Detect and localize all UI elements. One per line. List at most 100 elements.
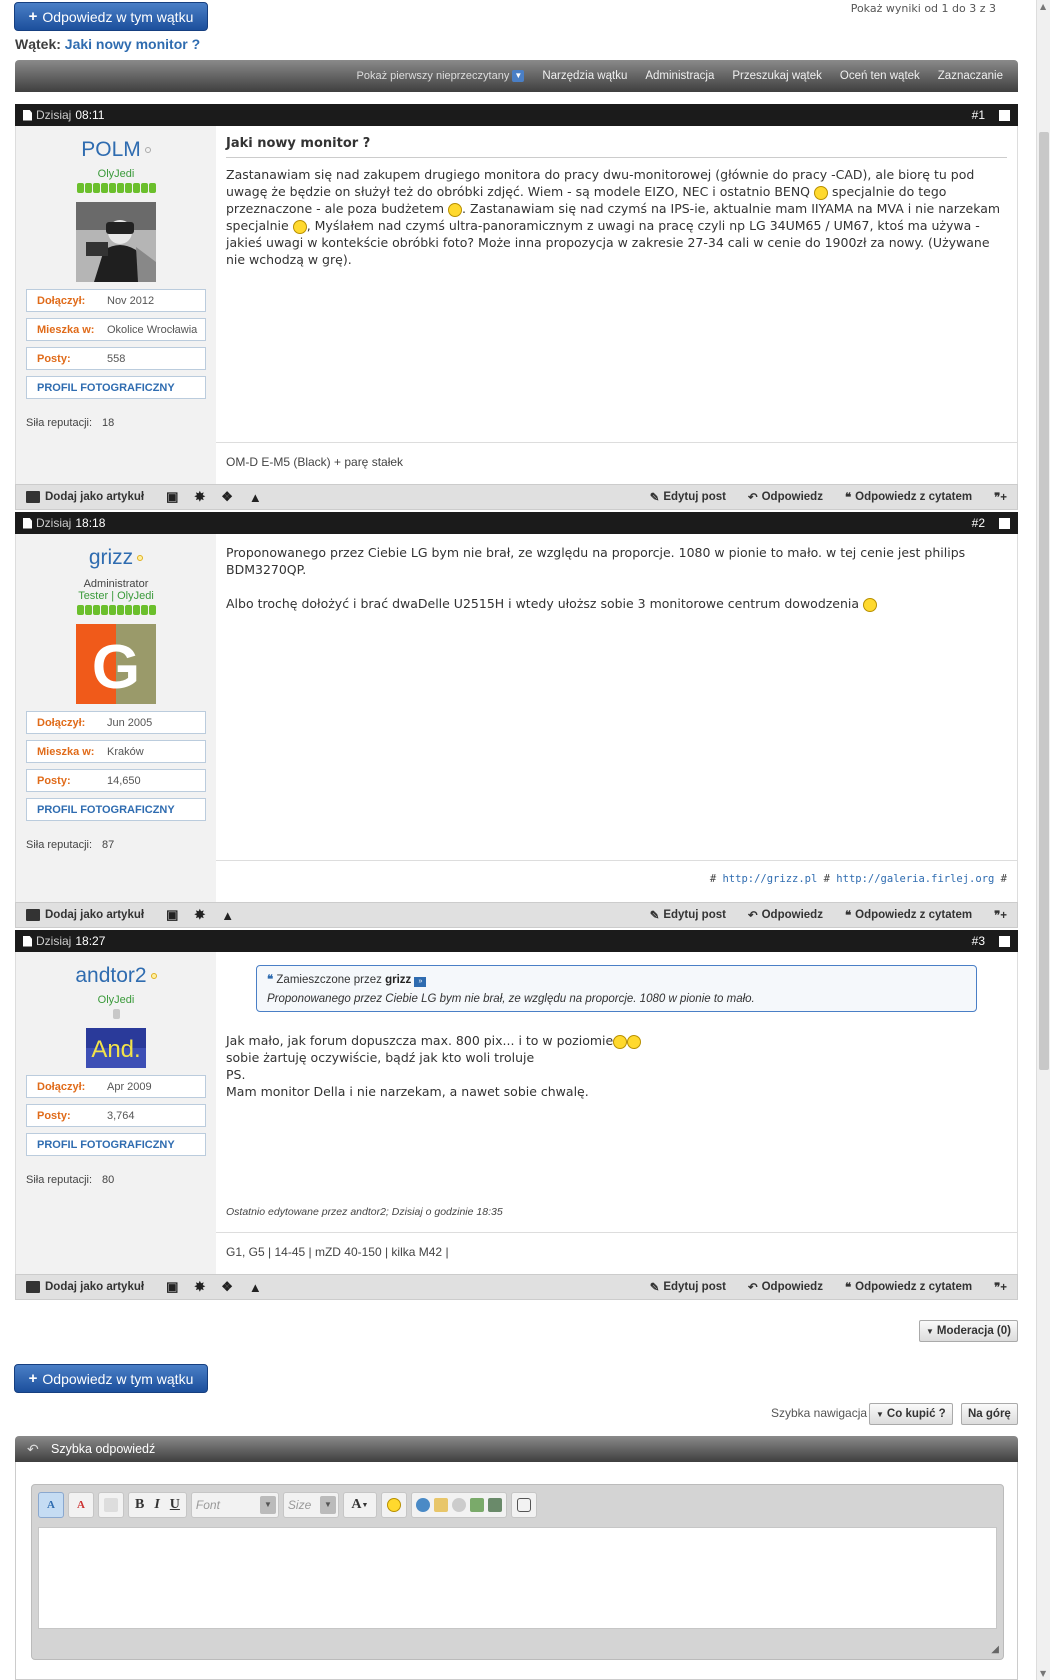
italic-icon[interactable]: I: [154, 1497, 159, 1513]
reply-post-button[interactable]: ↶ Odpowiedz: [748, 908, 823, 922]
avatar[interactable]: And.: [86, 1028, 146, 1068]
thread-tools-menu[interactable]: Narzędzia wątku: [533, 70, 636, 82]
vertical-scrollbar[interactable]: ▲ ▼: [1036, 0, 1050, 1680]
unlink-icon[interactable]: [451, 1498, 466, 1512]
scroll-up-icon[interactable]: ▲: [1040, 2, 1046, 11]
thanks-icon[interactable]: ❖: [221, 1279, 233, 1295]
administration-menu[interactable]: Administracja: [636, 70, 723, 82]
plus-icon: +: [28, 8, 38, 25]
edit-post-button[interactable]: ✎ Edytuj post: [650, 908, 726, 922]
quote-icon[interactable]: [510, 1492, 537, 1518]
multiquote-button[interactable]: ❞+: [994, 1280, 1007, 1294]
reply-post-button[interactable]: ↶ Odpowiedz: [748, 1280, 823, 1294]
signature-link[interactable]: http://galeria.firlej.org: [836, 873, 994, 885]
message-textarea[interactable]: [38, 1527, 997, 1629]
go-top-button[interactable]: Na górę: [961, 1403, 1018, 1425]
photo-profile-link[interactable]: PROFIL FOTOGRAFICZNY: [26, 1133, 206, 1156]
add-article-button[interactable]: Dodaj jako artykuł: [26, 909, 144, 921]
ip-icon[interactable]: ▣: [166, 489, 178, 505]
post-date: Dzisiaj: [36, 108, 72, 122]
post: POLM OlyJedi Dołączył: Nov 2012 Mieszka w…: [15, 126, 1018, 484]
offline-status-icon: [144, 147, 151, 154]
video-icon[interactable]: [487, 1498, 502, 1512]
smiley-icon: [292, 219, 307, 234]
edit-post-button[interactable]: ✎ Edytuj post: [650, 490, 726, 504]
multiquote-button[interactable]: ❞+: [994, 908, 1007, 922]
signature: # http://grizz.pl # http://galeria.firle…: [216, 860, 1017, 902]
post-footer: Dodaj jako artykuł ▣ ✸ ❖ ▲ ✎ Edytuj post …: [15, 484, 1018, 510]
signature-link[interactable]: http://grizz.pl: [722, 873, 817, 885]
edit-post-button[interactable]: ✎ Edytuj post: [650, 1280, 726, 1294]
bold-icon[interactable]: B: [135, 1497, 144, 1513]
scroll-down-icon[interactable]: ▼: [1040, 1669, 1046, 1678]
signature: OM-D E-M5 (Black) + parę stałek: [216, 442, 1017, 484]
post-select-checkbox[interactable]: [999, 935, 1010, 947]
photo-profile-link[interactable]: PROFIL FOTOGRAFICZNY: [26, 376, 206, 399]
post-select-checkbox[interactable]: [999, 517, 1010, 529]
avatar[interactable]: G: [76, 624, 156, 704]
forum-jump-dropdown[interactable]: ▼ Co kupić ?: [869, 1403, 953, 1425]
quick-reply-header: ↶ Szybka odpowiedź: [15, 1436, 1018, 1462]
plus-icon: +: [28, 1370, 38, 1387]
resize-handle-icon[interactable]: ◢: [991, 1644, 999, 1655]
scrollbar-thumb[interactable]: [1039, 132, 1049, 1070]
quick-reply-title: Szybka odpowiedź: [51, 1442, 156, 1456]
smilies-icon[interactable]: [380, 1492, 407, 1518]
username-link[interactable]: andtor2: [16, 964, 216, 988]
report-icon[interactable]: ▲: [249, 490, 262, 505]
image-icon[interactable]: [469, 1498, 484, 1512]
post-select-checkbox[interactable]: [999, 109, 1010, 121]
ip-icon[interactable]: ▣: [166, 1279, 178, 1295]
pagination-info: Pokaż wyniki od 1 do 3 z 3: [850, 2, 996, 15]
smiley-icon: [863, 597, 878, 612]
post-number-link[interactable]: #3: [972, 934, 985, 948]
svg-text:G: G: [92, 633, 140, 702]
underline-icon[interactable]: U: [170, 1497, 180, 1513]
reply-quote-button[interactable]: ❝ Odpowiedz z cytatem: [845, 1280, 972, 1294]
reply-quote-button[interactable]: ❝ Odpowiedz z cytatem: [845, 490, 972, 504]
post-number-link[interactable]: #1: [972, 108, 985, 122]
selection-menu[interactable]: Zaznaczanie: [929, 70, 1012, 82]
reply-arrow-icon: ↶: [27, 1440, 39, 1457]
reply-thread-button-bottom[interactable]: + Odpowiedz w tym wątku: [14, 1364, 208, 1393]
reputation-bar: [16, 1008, 216, 1020]
report-icon[interactable]: ▲: [249, 1280, 262, 1295]
add-article-button[interactable]: Dodaj jako artykuł: [26, 1281, 144, 1293]
username-link[interactable]: POLM: [16, 138, 216, 162]
remove-format-icon[interactable]: A: [68, 1492, 94, 1518]
moderation-button[interactable]: ▼ Moderacja (0): [918, 1320, 1018, 1342]
reply-thread-button-top[interactable]: + Odpowiedz w tym wątku: [14, 2, 208, 31]
view-post-icon[interactable]: »: [414, 977, 427, 987]
post-number-link[interactable]: #2: [972, 516, 985, 530]
paste-icon[interactable]: [98, 1492, 124, 1518]
username-link[interactable]: grizz: [16, 546, 216, 570]
report-icon[interactable]: ▲: [221, 908, 234, 923]
photo-profile-link[interactable]: PROFIL FOTOGRAFICZNY: [26, 798, 206, 821]
link-icon[interactable]: [415, 1498, 430, 1512]
star-icon[interactable]: ✸: [194, 907, 205, 923]
svg-text:And.: And.: [91, 1036, 140, 1063]
reply-post-button[interactable]: ↶ Odpowiedz: [748, 490, 823, 504]
chevron-down-icon: ▼: [319, 1496, 336, 1514]
avatar[interactable]: [76, 202, 156, 282]
size-select[interactable]: Size ▼: [282, 1492, 339, 1518]
wysiwyg-toggle-icon[interactable]: A: [38, 1492, 64, 1518]
rate-thread-menu[interactable]: Oceń ten wątek: [831, 70, 929, 82]
thanks-icon[interactable]: ❖: [221, 489, 233, 505]
thread-title-link[interactable]: Jaki nowy monitor ?: [65, 36, 200, 52]
search-thread-menu[interactable]: Przeszukaj wątek: [723, 70, 830, 82]
reply-quote-button[interactable]: ❝ Odpowiedz z cytatem: [845, 908, 972, 922]
star-icon[interactable]: ✸: [194, 489, 205, 505]
font-select[interactable]: Font ▼: [190, 1492, 279, 1518]
text-color-icon[interactable]: A ▼: [342, 1492, 377, 1518]
multiquote-icon: ❞+: [994, 910, 1007, 922]
ip-icon[interactable]: ▣: [166, 907, 178, 923]
star-icon[interactable]: ✸: [194, 1279, 205, 1295]
multiquote-icon: ❞+: [994, 492, 1007, 504]
add-article-button[interactable]: Dodaj jako artykuł: [26, 491, 144, 503]
reply-button-label: Odpowiedz w tym wątku: [42, 1370, 194, 1387]
multiquote-button[interactable]: ❞+: [994, 490, 1007, 504]
user-info: grizz Administrator Tester | OlyJedi G D…: [16, 534, 216, 902]
email-icon[interactable]: [433, 1498, 448, 1512]
first-unread-link[interactable]: Pokaż pierwszy nieprzeczytany ▼: [348, 70, 534, 83]
